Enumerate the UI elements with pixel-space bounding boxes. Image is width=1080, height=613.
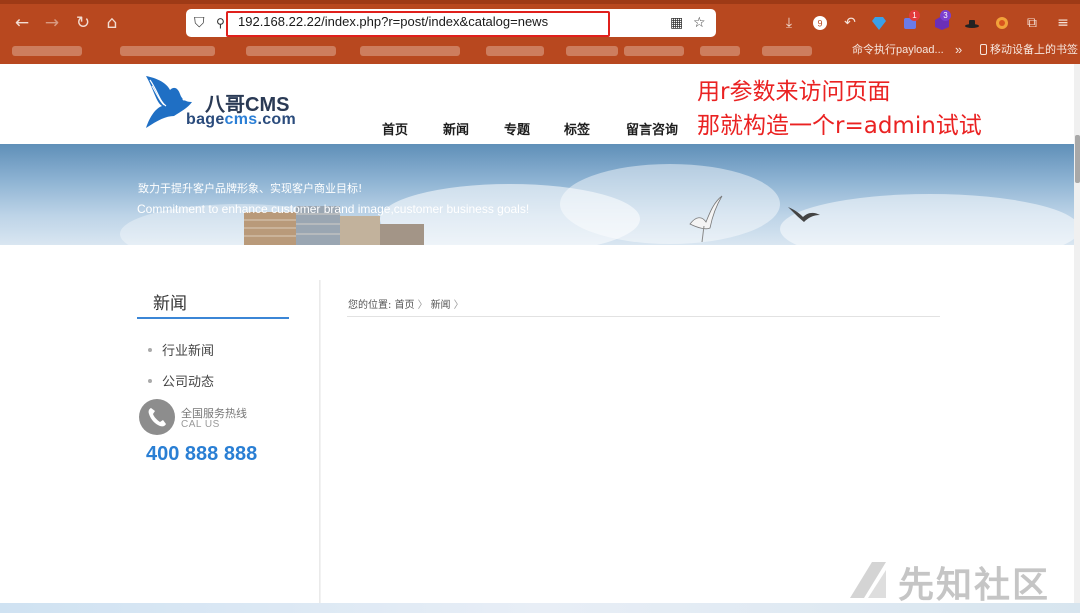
sidebar-item-label: 行业新闻 [162,344,215,359]
tab-strip [0,0,1080,4]
extension-badge-1: 9 [817,19,822,29]
url-text[interactable]: 192.168.22.22/index.php?r=post/index&cat… [238,14,548,29]
qr-code-icon[interactable]: ▦ [670,13,683,33]
logo-domain-brand: cms [224,111,258,128]
sidebar-item-industry-news[interactable]: 行业新闻 [148,340,214,359]
logo-domain-prefix: bage [186,111,225,128]
extension-badge-2: 1 [909,10,920,21]
nav-guestbook[interactable]: 留言咨询 [626,119,678,138]
shield-icon[interactable]: ⛉ [194,13,205,33]
sidebar-item-label: 公司动态 [162,375,215,390]
extension-badge-3: 3 [940,10,951,21]
undo-icon[interactable]: ↶ [840,13,860,33]
breadcrumb-current[interactable]: 新闻 [431,300,451,311]
sidebar-title-underline [137,317,289,319]
breadcrumb-divider [347,316,940,317]
bookmark-blurred[interactable] [700,46,740,56]
address-bar[interactable]: ⛉ ⚲ 192.168.22.22/index.php?r=post/index… [186,9,716,37]
extension-icon-1[interactable]: 9 [810,13,830,33]
annotation-line-2: 那就构造一个r=admin试试 [697,113,982,139]
menu-icon[interactable]: ≡ [1053,13,1073,33]
page-scrollbar-thumb[interactable] [1075,135,1080,183]
nav-home[interactable]: 首页 [382,119,408,138]
bullet-dot [148,379,152,383]
logo-domain[interactable]: bagecms.com [186,111,296,129]
mobile-phone-icon [980,44,987,55]
star-icon[interactable]: ☆ [693,13,706,33]
banner-slogan-en: Commitment to enhance customer brand ima… [137,202,530,216]
back-arrow-icon[interactable]: ← [11,12,33,34]
seagull-icon [689,195,723,243]
banner-slogan-cn: 致力于提升客户品牌形象、实现客户商业目标! [138,182,363,195]
bullet-dot [148,348,152,352]
home-icon[interactable]: ⌂ [101,12,123,34]
download-icon[interactable]: ⤓ [779,13,799,33]
screenshot-root: ← → ↻ ⌂ ⛉ ⚲ 192.168.22.22/index.php?r=po… [0,0,1080,613]
nav-tags[interactable]: 标签 [564,119,590,138]
nav-news[interactable]: 新闻 [443,119,469,138]
bookmark-blurred[interactable] [624,46,684,56]
breadcrumb: 您的位置: 首页〉新闻〉 [348,296,467,311]
extensions-puzzle-icon[interactable]: ⧉ [1022,13,1042,33]
bookmarks-overflow-icon[interactable]: » [955,43,962,57]
sidebar-item-company-news[interactable]: 公司动态 [148,371,214,390]
breadcrumb-home[interactable]: 首页 [395,300,415,311]
watermark-logo-icon [850,562,886,598]
breadcrumb-separator: 〉 [417,300,428,311]
bookmark-blurred[interactable] [762,46,812,56]
bookmark-blurred[interactable] [360,46,460,56]
phone-icon [139,399,175,435]
diamond-extension-icon[interactable] [869,13,889,33]
logo-domain-suffix: .com [257,111,297,128]
forward-arrow-icon[interactable]: → [41,12,63,34]
hotline-number: 400 888 888 [146,443,258,465]
bookmark-blurred[interactable] [120,46,215,56]
bookmark-blurred[interactable] [486,46,544,56]
breadcrumb-separator: 〉 [453,300,464,311]
watermark-text: 先知社区 [898,565,1051,606]
bookmark-blurred[interactable] [566,46,618,56]
page-info-icon[interactable]: ⚲ [216,13,225,33]
annotation-line-1: 用r参数来访问页面 [697,79,891,105]
fox-extension-icon[interactable] [992,13,1012,33]
bookmark-blurred[interactable] [246,46,336,56]
mobile-bookmarks-label: 移动设备上的书签 [990,44,1078,56]
bookmark-payload[interactable]: 命令执行payload... [852,43,944,57]
hotline-label-en: CAL US [181,419,220,430]
nav-topics[interactable]: 专题 [504,119,530,138]
sidebar-title: 新闻 [153,294,187,314]
bookmark-blurred[interactable] [12,46,82,56]
mobile-bookmarks[interactable]: 移动设备上的书签 [980,43,1078,57]
breadcrumb-prefix: 您的位置: [348,300,392,311]
reload-icon[interactable]: ↻ [72,12,94,34]
column-divider [319,280,321,613]
hat-extension-icon[interactable] [962,13,982,33]
seagull-icon [788,207,820,222]
